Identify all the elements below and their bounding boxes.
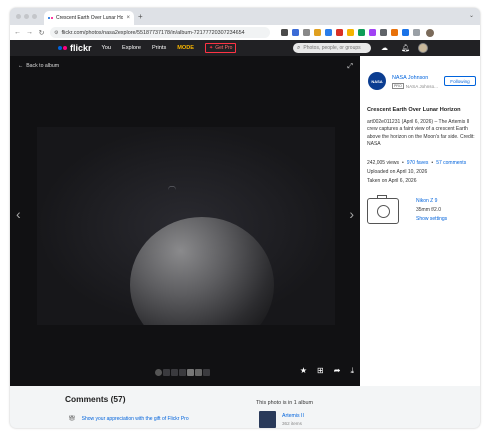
- taken-date: Taken on April 6, 2026: [367, 178, 417, 184]
- pro-badge: PRO: [392, 83, 404, 89]
- album-item-count: 362 items: [282, 421, 302, 426]
- owner-alias: NASA Johnso...: [405, 83, 438, 89]
- logo-text: flickr: [70, 43, 92, 53]
- forward-button[interactable]: →: [26, 29, 33, 36]
- extension-icon[interactable]: [402, 29, 409, 36]
- comments-heading: Comments (57): [65, 394, 126, 404]
- next-photo-arrow[interactable]: ›: [349, 206, 354, 222]
- uploaded-date: Uploaded on April 10, 2026: [367, 169, 428, 175]
- photo-toolbar: [155, 369, 210, 376]
- close-window-button[interactable]: [16, 14, 21, 19]
- thumbnail-strip-item[interactable]: [203, 369, 210, 376]
- pro-spark-icon: ✦: [209, 45, 214, 51]
- tab-close-icon[interactable]: ×: [126, 15, 130, 21]
- star-bookmark-icon[interactable]: [303, 29, 310, 36]
- nav-explore[interactable]: Explore: [122, 45, 141, 51]
- extension-icon[interactable]: [314, 29, 321, 36]
- minimize-window-button[interactable]: [24, 14, 29, 19]
- gift-icon: 🎁︎: [68, 416, 76, 422]
- extension-icon[interactable]: [369, 29, 376, 36]
- search-input[interactable]: [303, 45, 364, 51]
- translate-extension-icon[interactable]: [281, 29, 288, 36]
- pro-gift-link[interactable]: 🎁︎ Show your appreciation with the gift …: [68, 415, 189, 423]
- show-settings-link[interactable]: Show settings: [416, 216, 447, 222]
- photo-viewer: ← Back to album ⤢ ‹ › ★ ⊞ ➦ ⤓: [10, 56, 360, 386]
- album-heading: This photo is in 1 album: [256, 400, 313, 406]
- flickr-logo[interactable]: flickr: [58, 43, 92, 53]
- info-icon[interactable]: [155, 369, 162, 376]
- address-bar[interactable]: ⚙ flickr.com/photos/nasa2explore/5518773…: [50, 27, 270, 38]
- browser-toolbar: ← → ↻ ⚙ flickr.com/photos/nasa2explore/5…: [10, 25, 480, 40]
- photo-title: Crescent Earth Over Lunar Horizon: [367, 107, 461, 113]
- site-info-icon[interactable]: ⚙: [54, 30, 58, 36]
- main-photo[interactable]: [37, 127, 335, 325]
- views-count: 242,005 views: [367, 160, 399, 166]
- back-to-album-link[interactable]: ← Back to album: [18, 63, 59, 69]
- search-box[interactable]: ⌕: [293, 43, 371, 53]
- get-pro-label: Get Pro: [215, 45, 233, 51]
- extension-icon[interactable]: [347, 29, 354, 36]
- user-avatar[interactable]: [418, 43, 428, 53]
- flickr-favicon-icon: [48, 16, 53, 21]
- photo-stats: 242,005 views • 970 faves • 57 comments: [367, 160, 467, 166]
- url-text: flickr.com/photos/nasa2explore/551877371…: [61, 29, 245, 36]
- pro-gift-label: Show your appreciation with the gift of …: [81, 415, 189, 422]
- camera-model-link[interactable]: Nikon Z 9: [416, 198, 437, 204]
- flickr-header: flickr You Explore Prints MODE ✦ Get Pro…: [10, 40, 480, 56]
- thumbnail-strip-item[interactable]: [171, 369, 178, 376]
- thumbnail-strip-item[interactable]: [195, 369, 202, 376]
- upload-cloud-icon[interactable]: ☁: [381, 44, 388, 52]
- search-icon: ⌕: [297, 44, 301, 51]
- share-arrow-icon[interactable]: ➦: [334, 366, 341, 376]
- previous-photo-arrow[interactable]: ‹: [16, 206, 21, 222]
- owner-avatar-nasa-logo[interactable]: NASA: [368, 72, 386, 90]
- puzzle-icon[interactable]: [413, 29, 420, 36]
- photo-sidebar: NASA NASA Johnson PRO NASA Johnso... Fol…: [360, 56, 480, 386]
- comments-link[interactable]: 57 comments: [436, 160, 466, 166]
- faves-link[interactable]: 970 faves: [407, 160, 429, 166]
- thumbnail-strip-item[interactable]: [163, 369, 170, 376]
- extension-row: [281, 28, 434, 37]
- download-icon[interactable]: ⤓: [350, 366, 354, 376]
- notifications-bell-icon[interactable]: 🔔︎: [401, 44, 410, 52]
- tab-active[interactable]: Crescent Earth Over Lunar Horizon ×: [44, 11, 134, 25]
- extension-icon[interactable]: [292, 29, 299, 36]
- profile-avatar[interactable]: [426, 28, 434, 37]
- arrow-left-icon: ←: [18, 63, 24, 69]
- album-thumbnail[interactable]: [259, 411, 276, 428]
- back-to-album-label: Back to album: [26, 63, 60, 69]
- fullscreen-expand-icon[interactable]: ⤢: [347, 63, 353, 71]
- new-tab-button[interactable]: +: [138, 12, 143, 21]
- thumbnail-strip-item[interactable]: [179, 369, 186, 376]
- extension-icon[interactable]: [358, 29, 365, 36]
- back-button[interactable]: ←: [14, 29, 21, 36]
- extension-icon[interactable]: [325, 29, 332, 36]
- nav-you[interactable]: You: [102, 45, 111, 51]
- extension-icon[interactable]: [380, 29, 387, 36]
- zoom-window-button[interactable]: [32, 14, 37, 19]
- thumbnail-strip-item[interactable]: [187, 369, 194, 376]
- extension-icon[interactable]: [391, 29, 398, 36]
- tab-title: Crescent Earth Over Lunar Horizon: [56, 15, 124, 21]
- photo-actions: ★ ⊞ ➦ ⤓: [300, 366, 354, 376]
- fave-star-icon[interactable]: ★: [300, 366, 307, 376]
- nav-prints[interactable]: Prints: [152, 45, 166, 51]
- tab-strip: Crescent Earth Over Lunar Horizon × + ⌄: [10, 8, 480, 25]
- reload-button[interactable]: ↻: [38, 29, 45, 37]
- lens-info: 35mm f/2.0: [416, 207, 442, 213]
- add-to-gallery-icon[interactable]: ⊞: [317, 366, 324, 376]
- extension-icon[interactable]: [336, 29, 343, 36]
- owner-subline: PRO NASA Johnso...: [392, 83, 438, 89]
- moon-earth-image: [37, 127, 335, 325]
- comments-section: Comments (57) 🎁︎ Show your appreciation …: [10, 386, 480, 428]
- tab-search-chevron-icon[interactable]: ⌄: [469, 12, 474, 19]
- get-pro-button[interactable]: ✦ Get Pro: [205, 43, 237, 53]
- nav-mode[interactable]: MODE: [177, 45, 194, 51]
- camera-icon: [367, 195, 399, 224]
- following-button[interactable]: Following: [444, 76, 476, 86]
- album-name-link[interactable]: Artemis II: [282, 413, 304, 419]
- photo-description: art002e011231 (April 6, 2026) – The Arte…: [367, 119, 475, 148]
- owner-name[interactable]: NASA Johnson: [392, 75, 428, 81]
- browser-window: Crescent Earth Over Lunar Horizon × + ⌄ …: [10, 8, 480, 428]
